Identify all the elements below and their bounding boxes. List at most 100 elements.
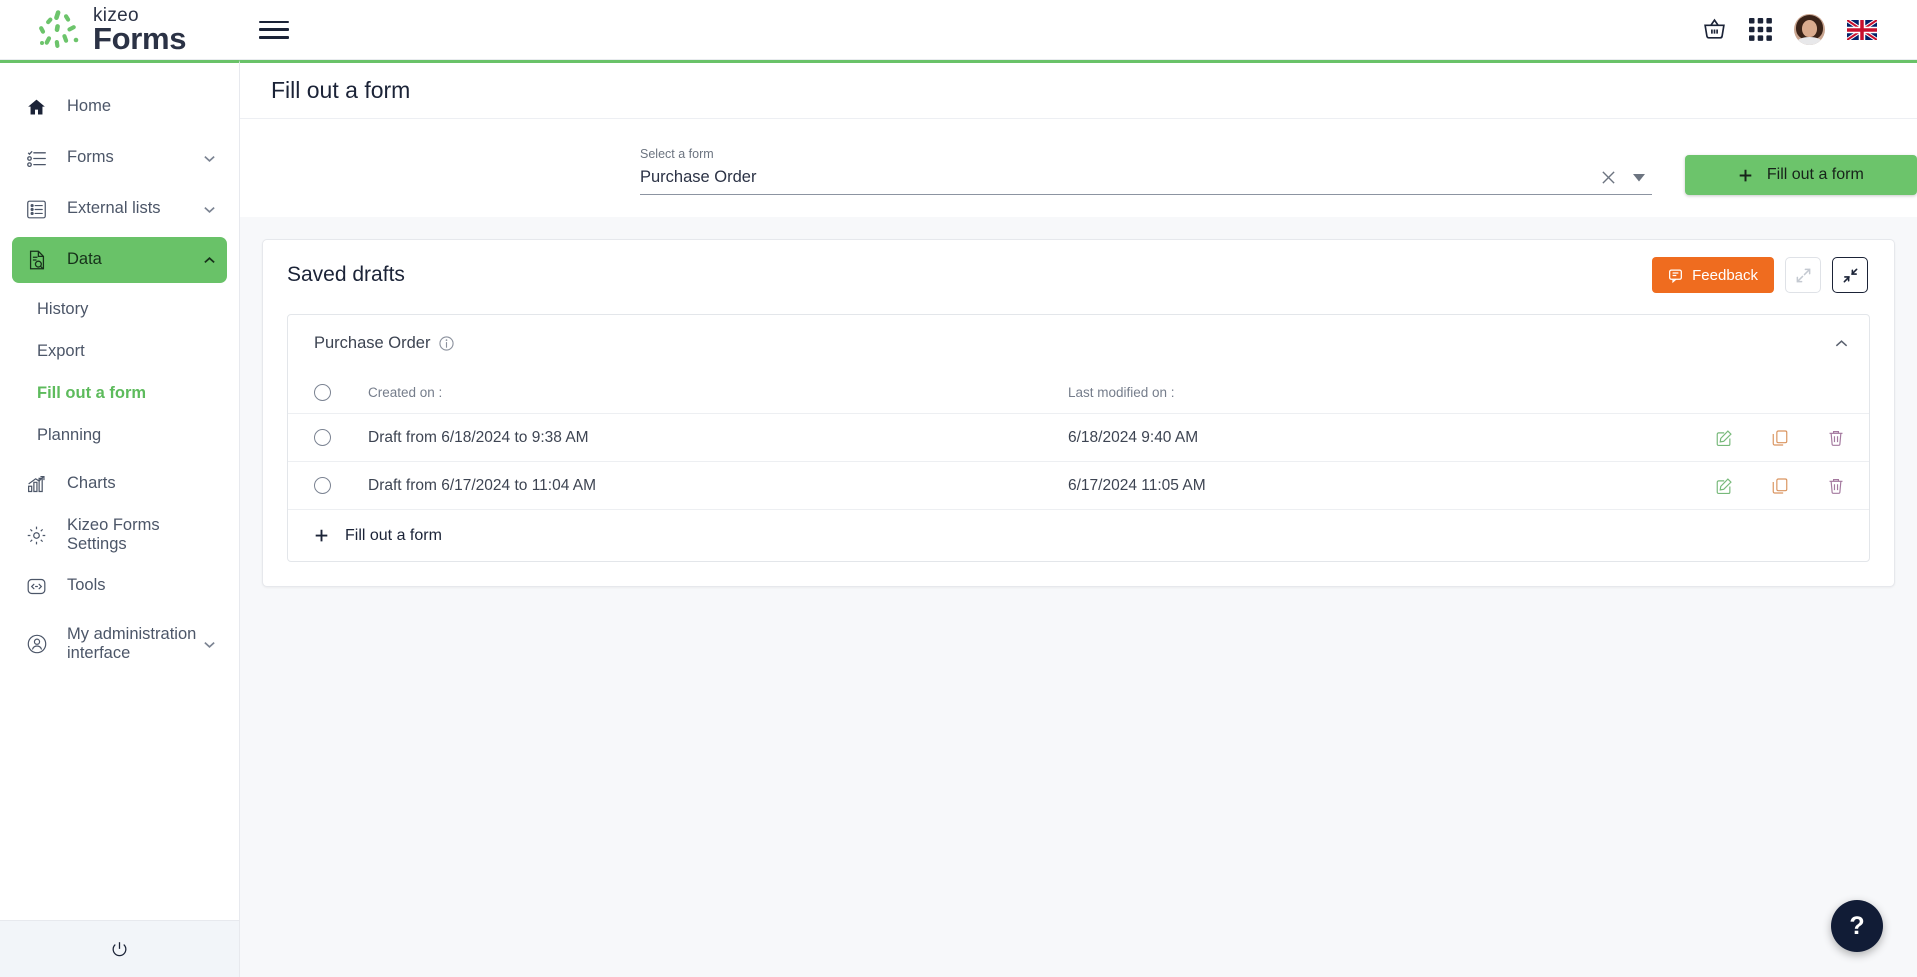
sidebar-subitem-label: Planning (37, 425, 102, 444)
row-actions (1715, 477, 1845, 495)
expand-all-button[interactable] (1785, 257, 1821, 293)
delete-icon[interactable] (1827, 429, 1845, 447)
expand-icon (1796, 268, 1810, 282)
logo-text-forms: Forms (93, 20, 187, 56)
home-icon (26, 97, 54, 118)
help-button-label: ? (1849, 911, 1865, 940)
chevron-up-icon (201, 254, 217, 267)
card-header: Saved drafts Feedback (263, 240, 1894, 310)
page-title: Fill out a form (271, 77, 411, 103)
avatar-face (1802, 20, 1817, 37)
sidebar-item-label: External lists (67, 199, 161, 218)
row-actions (1715, 429, 1845, 447)
row-radio-cell (314, 477, 368, 494)
logout-button[interactable] (0, 920, 239, 977)
duplicate-icon[interactable] (1771, 429, 1789, 447)
sidebar-item-label: Charts (67, 474, 116, 493)
select-all-radio[interactable] (314, 383, 331, 401)
basket-icon[interactable] (1702, 17, 1727, 42)
duplicate-icon[interactable] (1771, 477, 1789, 495)
chevron-down-icon[interactable] (1626, 173, 1652, 182)
language-flag-uk-icon[interactable] (1847, 19, 1877, 40)
add-row-label: Fill out a form (345, 526, 442, 544)
row-select-radio[interactable] (314, 477, 331, 494)
form-select-label: Select a form (640, 147, 714, 161)
row-created-value: Draft from 6/17/2024 to 11:04 AM (368, 476, 597, 494)
page-title-bar: Fill out a form (240, 63, 1917, 119)
header-icon-group (1702, 14, 1917, 45)
feedback-button[interactable]: Feedback (1652, 257, 1774, 293)
row-radio-cell (314, 429, 368, 446)
help-button[interactable]: ? (1831, 900, 1883, 952)
delete-icon[interactable] (1827, 477, 1845, 495)
chevron-down-icon (201, 203, 217, 216)
chevron-up-icon[interactable] (1834, 336, 1849, 351)
collapse-icon (1843, 268, 1857, 282)
sidebar-nav: Home Forms External lists Data History E… (0, 63, 239, 920)
table-row[interactable]: Draft from 6/17/2024 to 11:04 AM 6/17/20… (288, 461, 1869, 509)
power-icon (112, 941, 127, 956)
sidebar-subitem-label: Export (37, 341, 85, 360)
menu-toggle[interactable] (259, 19, 289, 41)
saved-drafts-card: Saved drafts Feedback Purchase Order Cre… (262, 239, 1895, 587)
sidebar-subitem-planning[interactable]: Planning (12, 414, 227, 456)
apps-grid-icon[interactable] (1749, 18, 1772, 41)
tools-icon (26, 576, 54, 597)
user-avatar[interactable] (1794, 14, 1825, 45)
sidebar-item-label: Home (67, 97, 112, 116)
chevron-down-icon (201, 152, 217, 165)
row-select-radio[interactable] (314, 429, 331, 446)
sidebar-item-home[interactable]: Home (12, 84, 227, 130)
table-header-row: Created on : Last modified on : (288, 371, 1869, 413)
sidebar-subitem-history[interactable]: History (12, 288, 227, 330)
plus-icon (315, 529, 328, 542)
add-fill-out-a-form-row[interactable]: Fill out a form (288, 509, 1869, 561)
sidebar-subitem-label: History (37, 299, 89, 318)
card-area: Saved drafts Feedback Purchase Order Cre… (240, 239, 1917, 587)
table-row[interactable]: Draft from 6/18/2024 to 9:38 AM 6/18/202… (288, 413, 1869, 461)
form-select-field[interactable]: Purchase Order (640, 168, 1652, 195)
saved-drafts-title: Saved drafts (287, 263, 405, 286)
panel-header[interactable]: Purchase Order (288, 315, 1869, 371)
feedback-icon (1669, 268, 1683, 283)
body-row: Home Forms External lists Data History E… (0, 60, 1917, 977)
info-icon[interactable] (439, 335, 455, 351)
form-selector-strip: Select a form Purchase Order Fill out a … (240, 119, 1917, 217)
sidebar-subitem-export[interactable]: Export (12, 330, 227, 372)
sidebar-subitem-fill-out-a-form[interactable]: Fill out a form (12, 372, 227, 414)
burger-line (259, 20, 289, 24)
fill-out-a-form-button[interactable]: Fill out a form (1684, 155, 1917, 195)
burger-line (259, 28, 289, 31)
edit-icon[interactable] (1715, 429, 1733, 447)
sidebar-item-tools[interactable]: Tools (12, 563, 227, 609)
sidebar-item-kizeo-forms-settings[interactable]: Kizeo Forms Settings (12, 512, 227, 558)
sidebar-item-my-administration-interface[interactable]: My administration interface (12, 614, 227, 674)
sidebar-item-forms[interactable]: Forms (12, 135, 227, 181)
row-modified-value: 6/17/2024 11:05 AM (1068, 476, 1206, 494)
admin-user-icon (26, 633, 54, 655)
charts-icon (26, 474, 54, 495)
form-select-value: Purchase Order (640, 168, 757, 186)
app-root: kizeo Forms Home Forms External lists Da… (0, 0, 1917, 977)
sidebar-item-label: Tools (67, 576, 106, 595)
collapse-all-button[interactable] (1832, 257, 1868, 293)
sidebar-item-data[interactable]: Data (12, 237, 227, 283)
sidebar-item-label: My administration interface (67, 624, 197, 662)
column-header-created: Created on : (368, 384, 443, 400)
close-icon[interactable] (1596, 170, 1622, 185)
select-all-radio-cell (314, 383, 368, 401)
fill-out-a-form-button-label: Fill out a form (1766, 166, 1864, 183)
sidebar: Home Forms External lists Data History E… (0, 60, 240, 977)
brand-logo[interactable]: kizeo Forms (0, 0, 240, 59)
sidebar-item-label: Forms (67, 148, 114, 167)
burger-line (259, 35, 289, 39)
edit-icon[interactable] (1715, 477, 1733, 495)
row-created-value: Draft from 6/18/2024 to 9:38 AM (368, 428, 589, 446)
gear-icon (26, 525, 54, 546)
chevron-down-icon (201, 638, 217, 651)
sidebar-item-external-lists[interactable]: External lists (12, 186, 227, 232)
plus-icon (1739, 169, 1752, 181)
sidebar-item-charts[interactable]: Charts (12, 461, 227, 507)
sidebar-item-label: Kizeo Forms Settings (67, 515, 160, 553)
data-icon (26, 249, 54, 271)
